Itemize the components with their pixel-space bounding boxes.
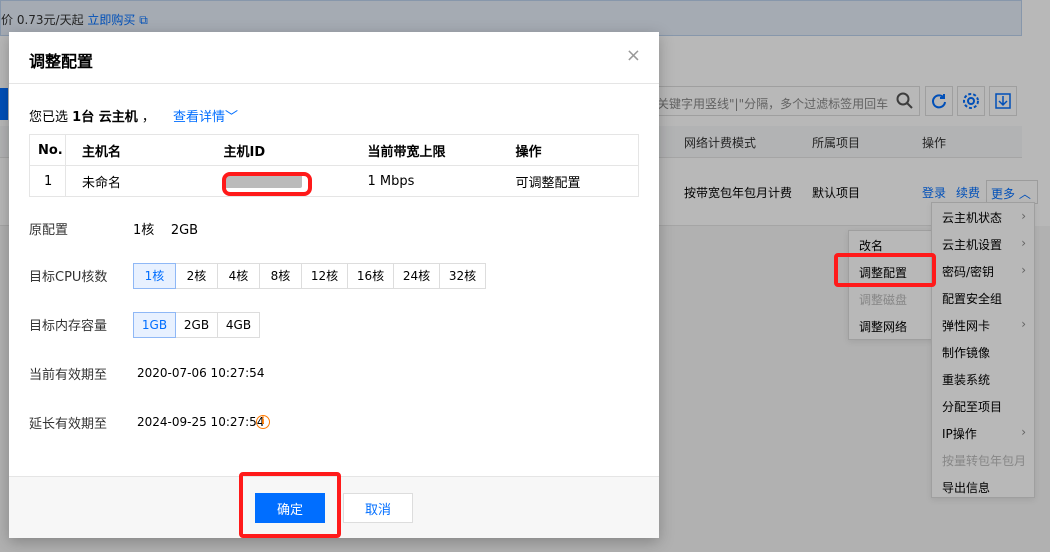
cpu-option-24[interactable]: 24核 bbox=[393, 263, 440, 289]
current-expiry-label: 当前有效期至 bbox=[29, 368, 108, 383]
cpu-selector: 1核 2核 4核 8核 12核 16核 24核 32核 bbox=[133, 263, 486, 289]
target-mem-label: 目标内存容量 bbox=[29, 319, 108, 334]
cancel-button[interactable]: 取消 bbox=[343, 493, 413, 523]
close-icon[interactable]: × bbox=[626, 46, 641, 66]
view-details-link[interactable]: 查看详情﹀ bbox=[173, 110, 238, 125]
highlight-adjust-config bbox=[834, 253, 936, 287]
chevron-down-icon: ﹀ bbox=[225, 110, 239, 125]
cpu-option-2[interactable]: 2核 bbox=[175, 263, 218, 289]
extended-expiry-value: 2024-09-25 10:27:54 bbox=[137, 415, 265, 429]
original-config-value: 1核 2GB bbox=[133, 223, 199, 238]
cpu-option-4[interactable]: 4核 bbox=[217, 263, 260, 289]
mem-option-1gb[interactable]: 1GB bbox=[133, 312, 176, 338]
mem-option-2gb[interactable]: 2GB bbox=[175, 312, 218, 338]
target-cpu-label: 目标CPU核数 bbox=[29, 270, 108, 285]
cpu-option-1[interactable]: 1核 bbox=[133, 263, 176, 289]
original-config-label: 原配置 bbox=[29, 223, 69, 238]
info-icon[interactable]: i bbox=[256, 415, 270, 429]
dialog-header: 调整配置 × bbox=[9, 32, 659, 84]
cpu-option-16[interactable]: 16核 bbox=[347, 263, 394, 289]
adjust-config-dialog: 调整配置 × 您已选 1台 云主机 ， 查看详情﹀ No. 主机名 主机ID 当… bbox=[9, 32, 659, 538]
dialog-title: 调整配置 bbox=[29, 52, 94, 71]
mem-option-4gb[interactable]: 4GB bbox=[217, 312, 260, 338]
highlight-host-id bbox=[222, 172, 312, 196]
extended-expiry-label: 延长有效期至 bbox=[29, 417, 108, 432]
cpu-option-8[interactable]: 8核 bbox=[259, 263, 302, 289]
table-row: 1 未命名 1 Mbps 可调整配置 bbox=[29, 165, 639, 197]
memory-selector: 1GB 2GB 4GB bbox=[133, 312, 260, 338]
cpu-option-12[interactable]: 12核 bbox=[301, 263, 348, 289]
server-table: No. 主机名 主机ID 当前带宽上限 操作 1 未命名 1 Mbps 可调整配… bbox=[29, 134, 639, 197]
selection-summary: 您已选 1台 云主机 ， 查看详情﹀ bbox=[29, 110, 239, 125]
highlight-confirm bbox=[239, 472, 341, 538]
cpu-option-32[interactable]: 32核 bbox=[439, 263, 486, 289]
current-expiry-value: 2020-07-06 10:27:54 bbox=[137, 366, 265, 380]
